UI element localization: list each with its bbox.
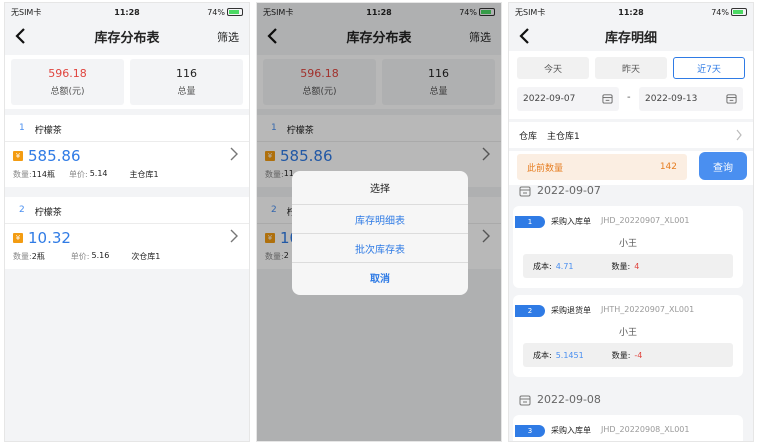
record-type: 采购入库单 (551, 217, 591, 226)
date-separator: - (627, 92, 631, 103)
item-name: 柠檬茶 (34, 208, 62, 218)
total-qty-label: 总量 (177, 87, 196, 97)
option-inventory-detail[interactable]: 库存明细表 (292, 205, 468, 234)
warehouse-selector[interactable]: 仓库 主仓库1 (509, 122, 753, 148)
cancel-button[interactable]: 取消 (292, 263, 468, 292)
calendar-icon (726, 94, 737, 104)
list-item[interactable]: 1 柠檬茶 ¥ 585.86 数量: 114瓶 单价: 5.14 主仓库1 (5, 115, 249, 187)
end-date-field[interactable]: 2022-09-13 (639, 87, 743, 111)
item-price: 5.16 (91, 251, 110, 260)
select-dialog: 选择 库存明细表 批次库存表 取消 (292, 171, 468, 295)
nav-bar: 库存明细 (509, 21, 753, 51)
item-index: 1 (19, 123, 25, 133)
segment-today[interactable]: 今天 (517, 57, 589, 79)
prev-qty-box: 此前数量 142 (517, 154, 687, 180)
amount-tag-icon: ¥ (13, 233, 23, 243)
total-qty-box: 116 总量 (130, 59, 243, 105)
item-price: 5.14 (89, 169, 108, 178)
record-index-tag: 2 (515, 305, 545, 317)
item-amount: 10.32 (28, 229, 71, 247)
chevron-right-icon (230, 147, 238, 161)
item-warehouse: 次仓库1 (131, 252, 161, 261)
record-card[interactable]: 1 采购入库单 JHD_20220907_XL001 小王 成本: 4.71 数… (513, 206, 743, 288)
calendar-icon (519, 395, 531, 405)
record-cost: 5.1451 (555, 350, 584, 360)
record-qty: 4 (634, 261, 640, 271)
record-card[interactable]: 3 采购入库单 JHD_20220908_XL001 (513, 415, 743, 441)
group-date: 2022-09-07 (537, 184, 601, 197)
group-date: 2022-09-08 (537, 393, 601, 406)
item-meta: 数量: 114瓶 单价: 5.14 主仓库1 (13, 169, 159, 179)
prev-qty-row: 此前数量 142 查询 (509, 151, 753, 185)
nav-bar: 库存分布表 筛选 (5, 21, 249, 51)
record-number: JHTH_20220907_XL001 (601, 305, 695, 314)
total-amount-box: 596.18 总额(元) (11, 59, 124, 105)
record-person: 小王 (618, 239, 637, 249)
status-bar: 无SIM卡 11:28 74% (509, 3, 753, 21)
status-time: 11:28 (114, 8, 140, 17)
record-index-tag: 3 (515, 425, 545, 437)
page-title: 库存分布表 (94, 30, 160, 46)
filter-button[interactable]: 筛选 (217, 29, 239, 45)
battery-icon (731, 8, 747, 16)
dialog-title: 选择 (292, 171, 468, 205)
chevron-right-icon (230, 229, 238, 243)
total-amount-label: 总额(元) (50, 87, 85, 97)
item-index: 2 (19, 205, 25, 215)
calendar-icon (519, 186, 531, 196)
list-item[interactable]: 2 柠檬茶 ¥ 10.32 数量: 2瓶 单价: 5.16 次仓库1 (5, 197, 249, 269)
date-group-header: 2022-09-08 (519, 393, 601, 406)
status-time: 11:28 (618, 8, 644, 17)
page-title: 库存明细 (604, 30, 657, 46)
prev-qty-label: 此前数量 (527, 163, 564, 174)
back-arrow-icon[interactable] (517, 27, 533, 45)
record-index-tag: 1 (515, 216, 545, 228)
warehouse-label: 仓库 (519, 131, 538, 142)
option-batch-inventory[interactable]: 批次库存表 (292, 234, 468, 263)
amount-tag-icon: ¥ (13, 151, 23, 161)
record-number: JHD_20220907_XL001 (601, 216, 690, 225)
record-type: 采购入库单 (551, 426, 591, 435)
record-info: 成本: 4.71 数量: 4 (523, 254, 733, 278)
record-person: 小王 (618, 328, 637, 338)
item-meta: 数量: 2瓶 单价: 5.16 次仓库1 (13, 251, 161, 261)
segment-last-7-days[interactable]: 近7天 (673, 57, 745, 79)
inventory-distribution-screen: 无SIM卡 11:28 74% 库存分布表 筛选 596.18 总额(元) 11… (4, 2, 250, 442)
item-qty: 114瓶 (31, 170, 55, 179)
total-amount: 596.18 (48, 67, 87, 80)
end-date-value: 2022-09-13 (645, 94, 698, 104)
back-arrow-icon[interactable] (13, 27, 29, 45)
item-amount: 585.86 (28, 147, 81, 165)
record-number: JHD_20220908_XL001 (601, 425, 690, 434)
record-card[interactable]: 2 采购退货单 JHTH_20220907_XL001 小王 成本: 5.145… (513, 295, 743, 377)
item-name: 柠檬茶 (34, 126, 62, 136)
start-date-value: 2022-09-07 (523, 94, 576, 104)
filter-panel: 今天 昨天 近7天 2022-09-07 - 2022-09-13 (509, 51, 753, 119)
summary-panel: 596.18 总额(元) 116 总量 (5, 55, 249, 109)
record-cost: 4.71 (555, 261, 574, 271)
chevron-right-icon (736, 129, 742, 141)
inventory-distribution-dialog-screen: 无SIM卡 11:28 74% 库存分布表 筛选 596.18 总额(元) 11… (256, 2, 502, 442)
record-info: 成本: 5.1451 数量: -4 (523, 343, 733, 367)
date-group-header: 2022-09-07 (519, 184, 601, 197)
status-bar: 无SIM卡 11:28 74% (5, 3, 249, 21)
battery-icon (227, 8, 243, 16)
total-qty: 116 (176, 67, 197, 80)
calendar-icon (602, 94, 613, 104)
item-qty: 2瓶 (31, 252, 45, 261)
start-date-field[interactable]: 2022-09-07 (517, 87, 619, 111)
segment-yesterday[interactable]: 昨天 (595, 57, 667, 79)
query-button[interactable]: 查询 (699, 152, 747, 180)
prev-qty-value: 142 (659, 162, 677, 172)
item-warehouse: 主仓库1 (129, 170, 159, 179)
record-qty: -4 (634, 350, 643, 360)
record-type: 采购退货单 (551, 306, 591, 315)
inventory-detail-screen: 无SIM卡 11:28 74% 库存明细 今天 昨天 近7天 2022-09-0… (508, 2, 754, 442)
warehouse-value: 主仓库1 (547, 131, 580, 142)
